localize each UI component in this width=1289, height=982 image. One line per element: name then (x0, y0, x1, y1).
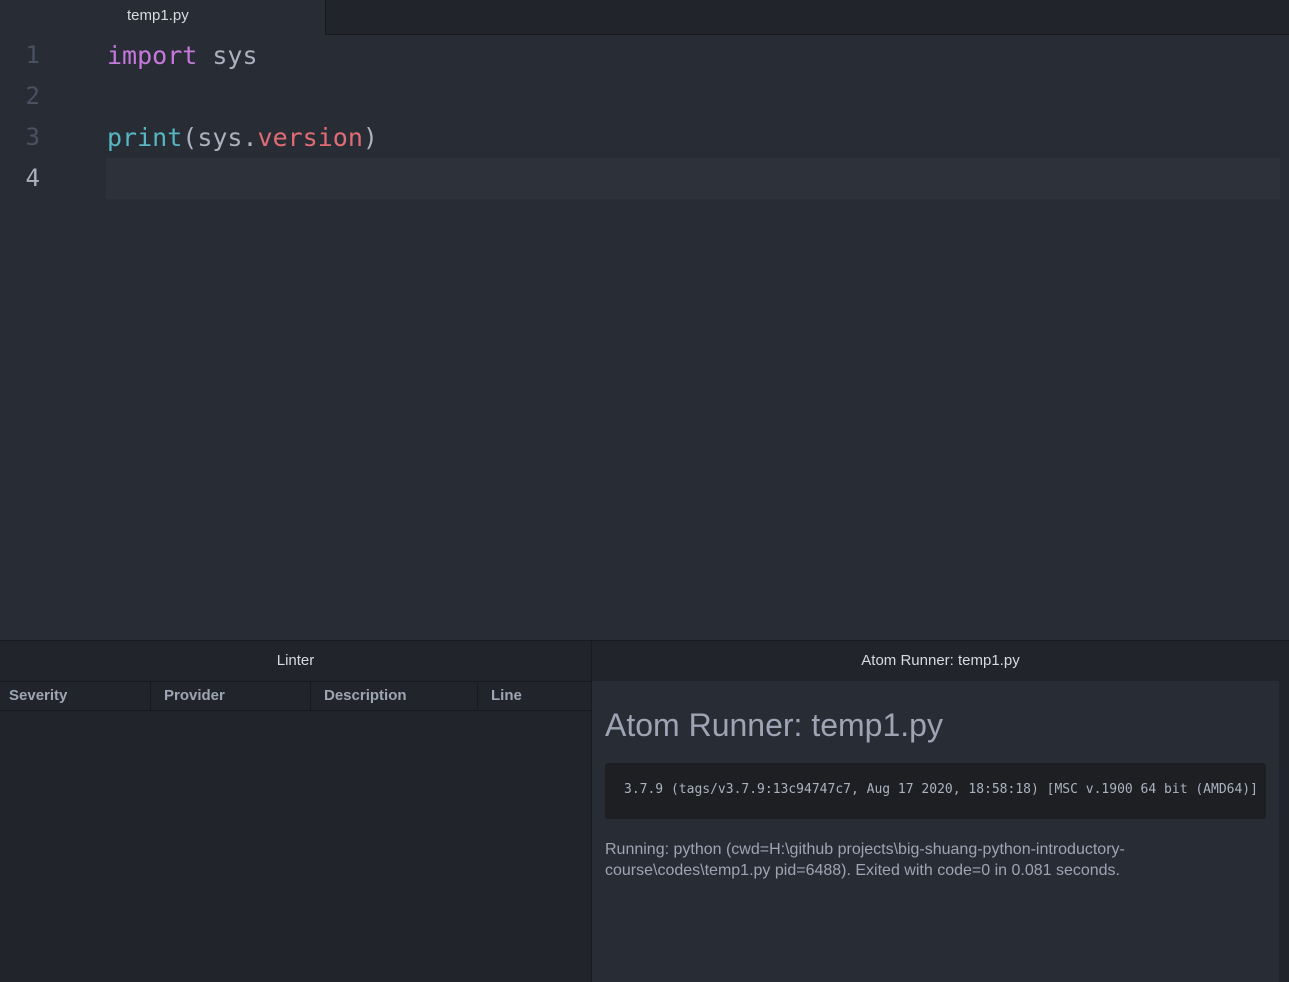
tab-bar: temp1.py (0, 0, 1289, 35)
line-number: 4 (25, 164, 40, 192)
token-plain: ) (362, 123, 378, 152)
line-number: 2 (25, 82, 40, 110)
linter-panel-title[interactable]: Linter (0, 641, 591, 681)
token-function: print (107, 123, 183, 152)
code-line-3[interactable]: 3 print(sys.version) (0, 117, 1289, 158)
token-plain: sys (197, 41, 258, 70)
code-line-4[interactable]: 4 (0, 158, 1289, 199)
code-text: import sys (107, 35, 258, 76)
code-text: print(sys.version) (107, 117, 378, 158)
runner-output-area: Atom Runner: temp1.py 3.7.9 (tags/v3.7.9… (592, 681, 1279, 982)
runner-output-text: 3.7.9 (tags/v3.7.9:13c94747c7, Aug 17 20… (624, 782, 1258, 797)
runner-heading: Atom Runner: temp1.py (605, 707, 943, 743)
token-keyword: import (107, 41, 198, 70)
token-property: version (257, 123, 363, 152)
column-description[interactable]: Description (311, 682, 478, 710)
code-line-1[interactable]: 1 import sys (0, 35, 1289, 76)
runner-output-box: 3.7.9 (tags/v3.7.9:13c94747c7, Aug 17 20… (605, 763, 1266, 819)
linter-table-header: Severity Provider Description Line (0, 681, 591, 711)
code-editor[interactable]: 1 import sys 2 3 print(sys.version) 4 (0, 35, 1289, 640)
line-number: 3 (25, 123, 40, 151)
linter-panel: Linter Severity Provider Description Lin… (0, 641, 592, 982)
cursor-line-highlight (106, 158, 1280, 199)
tab-title: temp1.py (127, 7, 189, 24)
tab-temp1-py[interactable]: temp1.py (0, 0, 326, 35)
code-line-2[interactable]: 2 (0, 76, 1289, 117)
column-line[interactable]: Line (478, 682, 591, 710)
runner-status-text: Running: python (cwd=H:\github projects\… (605, 841, 1125, 879)
column-provider[interactable]: Provider (151, 682, 311, 710)
line-number: 1 (25, 41, 40, 69)
runner-panel-title[interactable]: Atom Runner: temp1.py (592, 641, 1289, 681)
bottom-dock: Linter Severity Provider Description Lin… (0, 640, 1289, 982)
token-plain: (sys. (182, 123, 258, 152)
atom-runner-panel: Atom Runner: temp1.py Atom Runner: temp1… (592, 641, 1289, 982)
column-severity[interactable]: Severity (0, 682, 151, 710)
